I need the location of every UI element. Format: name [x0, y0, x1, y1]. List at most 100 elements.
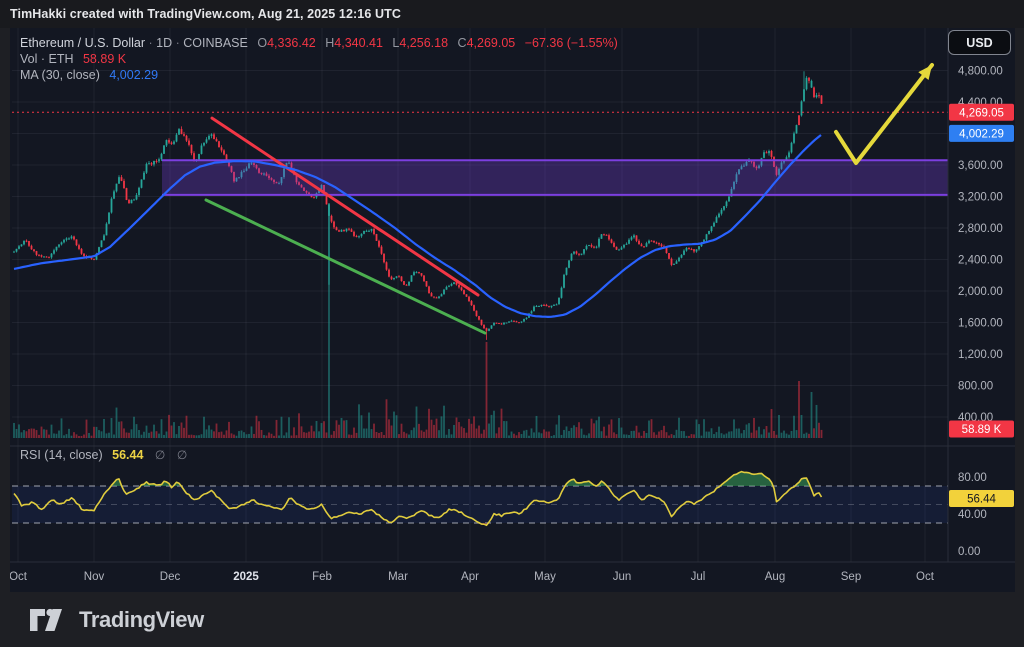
price-tick-label[interactable]: 800.00	[958, 381, 993, 393]
candle-body	[213, 134, 215, 139]
symbol-title[interactable]: Ethereum / U.S. Dollar	[20, 36, 145, 50]
volume-bar	[198, 435, 200, 438]
candle-body	[813, 88, 815, 98]
volume-bar	[226, 430, 228, 438]
candle-body	[483, 325, 485, 328]
candle-body	[361, 234, 363, 236]
volume-bar	[273, 436, 275, 438]
volume-bar	[486, 342, 488, 438]
rsi-tick-label[interactable]: 80.00	[958, 472, 987, 484]
ma-label[interactable]: MA (30, close)	[20, 68, 100, 82]
candle-body	[536, 306, 538, 307]
candle-body	[768, 151, 770, 153]
time-tick-label[interactable]: May	[534, 571, 556, 583]
time-tick-label[interactable]: Apr	[461, 571, 479, 583]
volume-value: 58.89 K	[83, 52, 126, 66]
price-tick-label[interactable]: 2,800.00	[958, 223, 1003, 235]
candle-body	[653, 241, 655, 242]
candle-body	[201, 146, 203, 154]
volume-bar	[411, 430, 413, 438]
volume-bar	[148, 433, 150, 438]
volume-bar	[743, 430, 745, 438]
candle-body	[148, 163, 150, 164]
volume-bar	[266, 436, 268, 438]
volume-bar	[228, 422, 230, 438]
volume-bar	[151, 432, 153, 438]
candle-body	[336, 227, 338, 230]
rsi-label[interactable]: RSI (14, close)	[20, 448, 103, 462]
volume-bar	[276, 420, 278, 438]
candle-body	[716, 217, 718, 223]
candle-body	[688, 248, 690, 249]
volume-bar	[511, 432, 513, 438]
price-tick-label[interactable]: 4,800.00	[958, 66, 1003, 78]
volume-bar	[201, 434, 203, 438]
volume-label[interactable]: Vol · ETH	[20, 52, 74, 66]
interval-label[interactable]: 1D	[156, 36, 172, 50]
volume-bar	[361, 415, 363, 438]
candle-body	[411, 275, 413, 281]
candle-body	[16, 249, 18, 252]
price-tick-label[interactable]: 2,000.00	[958, 286, 1003, 298]
candle-body	[206, 139, 208, 142]
time-tick-label[interactable]: Feb	[312, 571, 332, 583]
candle-body	[583, 249, 585, 253]
currency-toggle-button[interactable]: USD	[948, 30, 1011, 55]
volume-bar	[183, 428, 185, 438]
rsi-tick-label[interactable]: 40.00	[958, 509, 987, 521]
price-chart-canvas[interactable]: 4,800.004,400.003,600.003,200.002,800.00…	[10, 28, 1015, 592]
volume-bar	[301, 426, 303, 438]
price-tick-label[interactable]: 3,600.00	[958, 160, 1003, 172]
rsi-value: 56.44	[112, 448, 143, 462]
candle-body	[693, 249, 695, 251]
price-tick-label[interactable]: 1,200.00	[958, 349, 1003, 361]
volume-bar	[761, 434, 763, 438]
time-tick-label[interactable]: Oct	[10, 571, 28, 583]
time-tick-label[interactable]: Aug	[765, 571, 785, 583]
volume-bar	[351, 435, 353, 438]
candle-body	[108, 212, 110, 223]
volume-bar	[86, 420, 88, 438]
candle-body	[516, 321, 518, 322]
volume-bar	[813, 428, 815, 438]
open-value: 4,336.42	[267, 36, 316, 50]
candle-body	[166, 140, 168, 145]
volume-bar	[671, 434, 673, 438]
volume-bar	[456, 418, 458, 438]
candle-body	[726, 202, 728, 207]
candle-body	[623, 245, 625, 248]
volume-bar	[71, 436, 73, 438]
volume-bar	[298, 413, 300, 438]
candle-body	[446, 287, 448, 290]
volume-bar	[798, 381, 800, 438]
volume-bar	[513, 434, 515, 438]
volume-bar	[233, 435, 235, 438]
tradingview-logo[interactable]: TradingView	[30, 603, 204, 637]
volume-bar	[443, 406, 445, 438]
time-tick-label[interactable]: Nov	[84, 571, 105, 583]
time-tick-label[interactable]: Jun	[613, 571, 632, 583]
volume-bar	[246, 434, 248, 438]
volume-bar	[91, 436, 93, 438]
candle-body	[788, 152, 790, 157]
time-tick-label[interactable]: Dec	[160, 571, 181, 583]
candle-body	[821, 95, 823, 103]
volume-bar	[171, 426, 173, 438]
candle-body	[713, 223, 715, 227]
time-tick-label[interactable]: 2025	[233, 571, 259, 583]
volume-bar	[21, 432, 23, 438]
time-tick-label[interactable]: Jul	[691, 571, 706, 583]
time-tick-label[interactable]: Sep	[841, 571, 861, 583]
candle-body	[111, 199, 113, 213]
volume-bar	[471, 424, 473, 438]
candle-body	[551, 306, 553, 308]
volume-bar	[533, 432, 535, 438]
price-tick-label[interactable]: 3,200.00	[958, 192, 1003, 204]
candle-body	[376, 234, 378, 241]
time-tick-label[interactable]: Mar	[388, 571, 408, 583]
rsi-tick-label[interactable]: 0.00	[958, 546, 980, 558]
time-tick-label[interactable]: Oct	[916, 571, 935, 583]
candle-body	[208, 136, 210, 139]
price-tick-label[interactable]: 2,400.00	[958, 255, 1003, 267]
price-tick-label[interactable]: 1,600.00	[958, 318, 1003, 330]
